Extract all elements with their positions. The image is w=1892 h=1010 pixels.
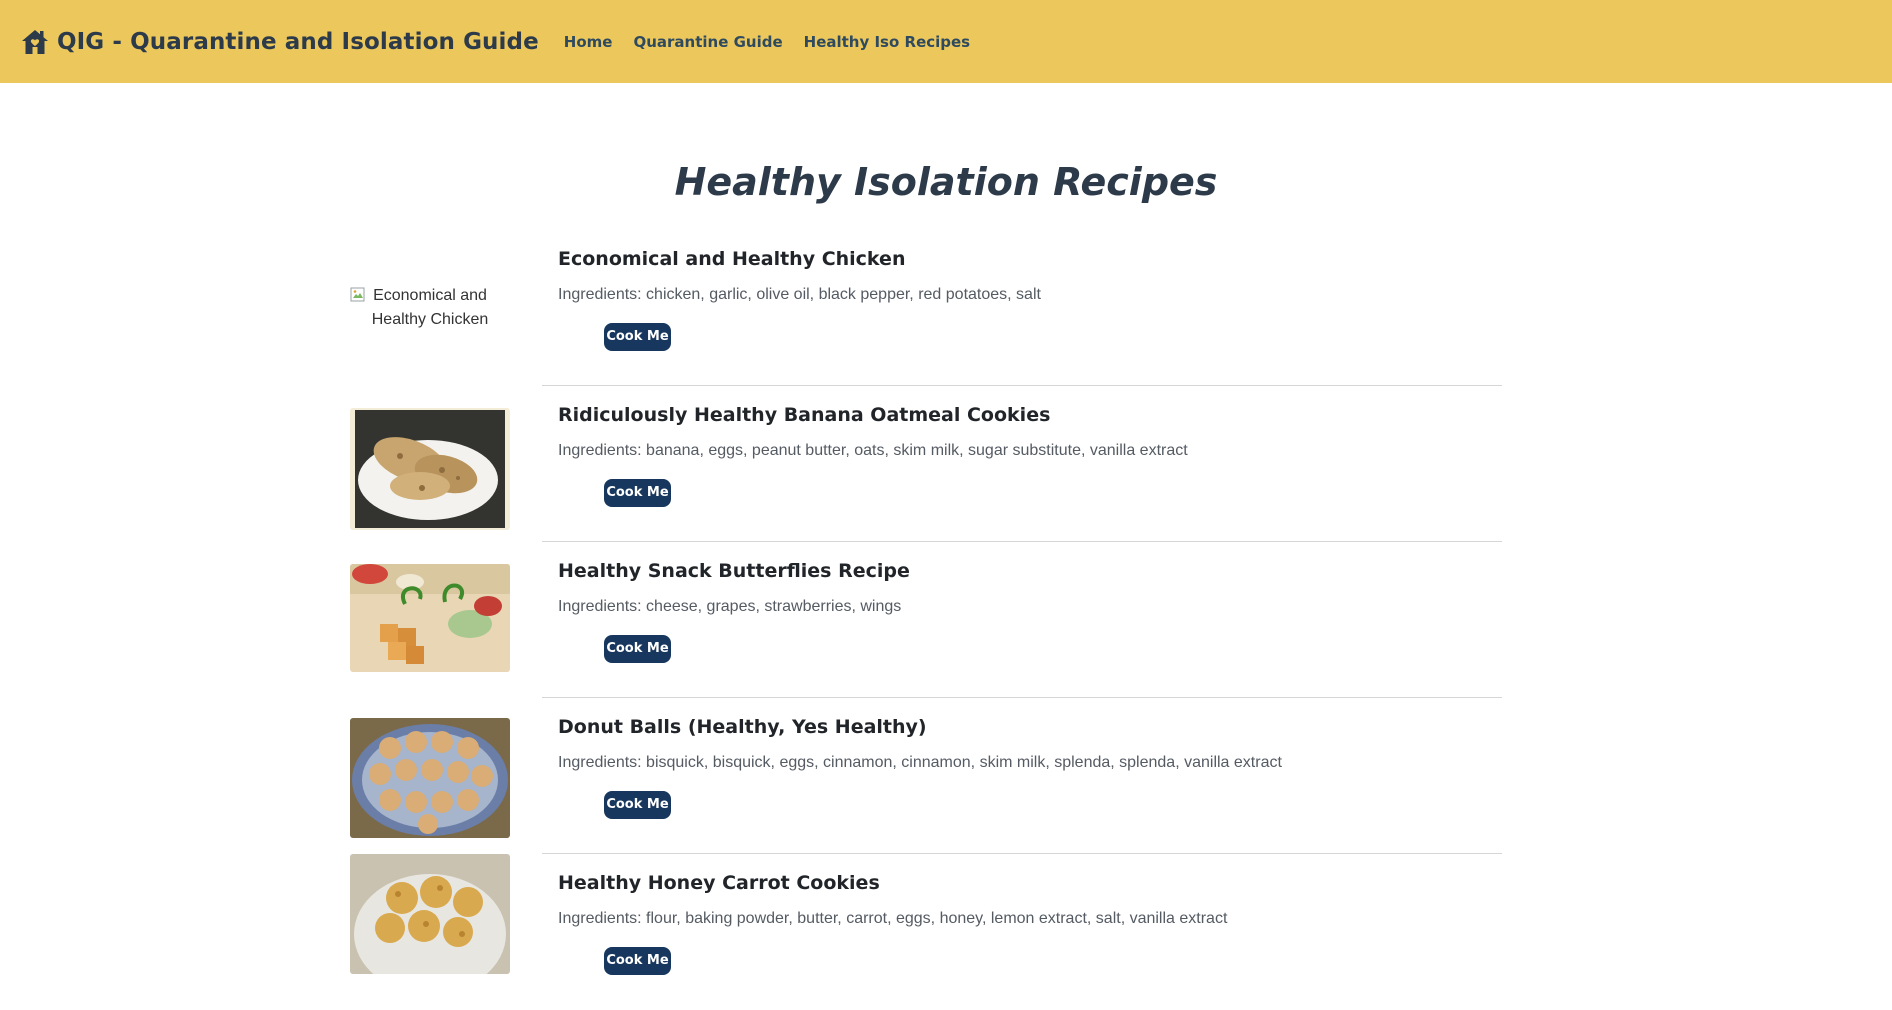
recipe-item: Ridiculously Healthy Banana Oatmeal Cook…: [350, 386, 1502, 542]
brand-title: QIG - Quarantine and Isolation Guide: [57, 28, 539, 55]
recipe-body: Healthy Honey Carrot Cookies Ingredients…: [542, 854, 1502, 1010]
broken-image-icon: [350, 287, 366, 303]
recipe-image-alt: Economical and Healthy Chicken: [371, 287, 489, 328]
recipe-title: Donut Balls (Healthy, Yes Healthy): [558, 716, 927, 738]
recipe-list: Economical and Healthy Chicken Economica…: [350, 230, 1502, 1010]
recipe-title: Economical and Healthy Chicken: [558, 248, 906, 270]
recipe-item: Healthy Honey Carrot Cookies Ingredients…: [350, 854, 1502, 1010]
navbar: QIG - Quarantine and Isolation Guide Hom…: [0, 0, 1892, 83]
recipe-title: Ridiculously Healthy Banana Oatmeal Cook…: [558, 404, 1051, 426]
nav-links: Home Quarantine Guide Healthy Iso Recipe…: [553, 33, 980, 51]
recipe-item: Healthy Snack Butterflies Recipe Ingredi…: [350, 542, 1502, 698]
recipe-body: Ridiculously Healthy Banana Oatmeal Cook…: [542, 386, 1502, 542]
recipe-title: Healthy Honey Carrot Cookies: [558, 872, 880, 894]
recipe-image: [350, 718, 510, 838]
recipe-ingredients: Ingredients: cheese, grapes, strawberrie…: [558, 598, 902, 615]
recipe-ingredients: Ingredients: bisquick, bisquick, eggs, c…: [558, 754, 1282, 771]
recipe-item: Economical and Healthy Chicken Economica…: [350, 230, 1502, 386]
cook-me-button[interactable]: Cook Me: [604, 791, 671, 819]
recipe-body: Economical and Healthy Chicken Ingredien…: [542, 230, 1502, 386]
recipe-body: Healthy Snack Butterflies Recipe Ingredi…: [542, 542, 1502, 698]
recipe-ingredients: Ingredients: banana, eggs, peanut butter…: [558, 442, 1188, 459]
nav-link-home[interactable]: Home: [564, 33, 613, 51]
recipe-title: Healthy Snack Butterflies Recipe: [558, 560, 910, 582]
home-icon: [20, 28, 50, 56]
recipe-ingredients: Ingredients: chicken, garlic, olive oil,…: [558, 286, 1041, 303]
recipe-image: [350, 564, 510, 672]
recipe-body: Donut Balls (Healthy, Yes Healthy) Ingre…: [542, 698, 1502, 854]
recipe-image: [350, 854, 510, 974]
cook-me-button[interactable]: Cook Me: [604, 947, 671, 975]
page-title: Healthy Isolation Recipes: [674, 160, 1218, 204]
cook-me-button[interactable]: Cook Me: [604, 323, 671, 351]
recipe-ingredients: Ingredients: flour, baking powder, butte…: [558, 910, 1228, 927]
recipe-item: Donut Balls (Healthy, Yes Healthy) Ingre…: [350, 698, 1502, 854]
brand-link[interactable]: QIG - Quarantine and Isolation Guide: [20, 28, 539, 56]
recipe-image: [350, 408, 510, 530]
cook-me-button[interactable]: Cook Me: [604, 635, 671, 663]
cook-me-button[interactable]: Cook Me: [604, 479, 671, 507]
nav-link-healthy-iso-recipes[interactable]: Healthy Iso Recipes: [804, 33, 970, 51]
nav-link-quarantine-guide[interactable]: Quarantine Guide: [633, 33, 782, 51]
recipe-image-broken: Economical and Healthy Chicken: [350, 284, 510, 332]
